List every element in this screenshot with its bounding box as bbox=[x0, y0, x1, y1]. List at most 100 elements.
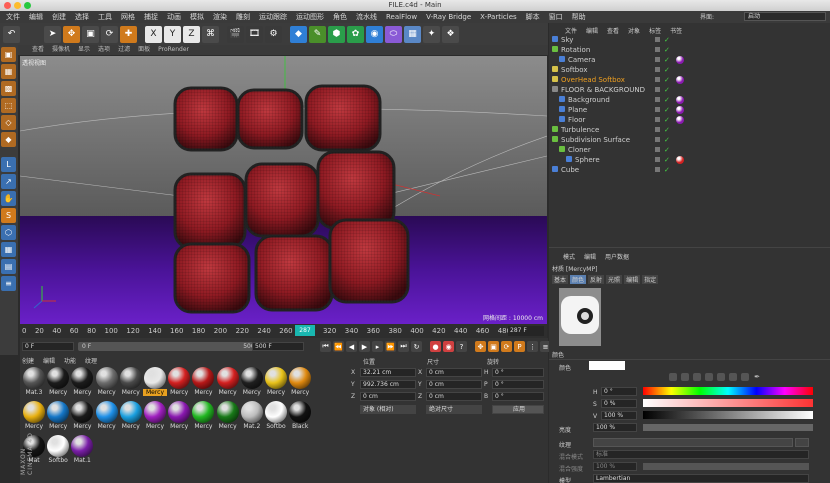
menu-item[interactable]: 工具 bbox=[98, 12, 112, 22]
render-view-icon[interactable]: 🎬 bbox=[227, 25, 244, 43]
tag-icon[interactable]: ❖ bbox=[442, 25, 459, 43]
key-param-icon[interactable]: P bbox=[514, 341, 525, 352]
end-frame-field[interactable]: 500 F bbox=[252, 342, 304, 351]
menu-item[interactable]: 创建 bbox=[52, 12, 66, 22]
brightness-slider[interactable] bbox=[643, 424, 813, 431]
menu-item[interactable]: 动画 bbox=[167, 12, 181, 22]
object-row[interactable]: Floor ✓ bbox=[552, 115, 827, 125]
render-picture-viewer-icon[interactable]: 🎞 bbox=[246, 25, 263, 43]
hsv-mode-icon[interactable] bbox=[705, 373, 713, 381]
kelvin-icon[interactable] bbox=[717, 373, 725, 381]
enabled-check-icon[interactable]: ✓ bbox=[664, 45, 670, 55]
enabled-check-icon[interactable]: ✓ bbox=[664, 85, 670, 95]
material-swatch[interactable]: Mercy bbox=[70, 365, 94, 399]
material-swatch[interactable]: Mercy bbox=[143, 365, 167, 399]
material-tag-icon[interactable] bbox=[676, 156, 684, 164]
material-tag-icon[interactable] bbox=[676, 116, 684, 124]
material-swatch[interactable]: Mercy bbox=[167, 365, 191, 399]
attribute-tab[interactable]: 光照 bbox=[606, 275, 623, 284]
key-points-icon[interactable]: ⋮ bbox=[527, 341, 538, 352]
viewport-menu-item[interactable]: 摄像机 bbox=[52, 45, 70, 55]
points-mode-icon[interactable]: ⬚ bbox=[1, 98, 16, 113]
object-menu-item[interactable]: 查看 bbox=[607, 26, 619, 35]
checkerboard-icon[interactable]: ▩ bbox=[1, 81, 16, 96]
prev-key-icon[interactable]: ⏪ bbox=[333, 341, 344, 352]
visibility-toggle-icon[interactable] bbox=[655, 47, 660, 52]
saturation-slider[interactable] bbox=[643, 399, 813, 407]
enabled-check-icon[interactable]: ✓ bbox=[664, 65, 670, 75]
visibility-toggle-icon[interactable] bbox=[655, 37, 660, 42]
attribute-tab[interactable]: 指定 bbox=[642, 275, 659, 284]
menu-item[interactable]: RealFlow bbox=[386, 13, 417, 21]
current-frame-field[interactable]: 287 F bbox=[508, 326, 544, 336]
enabled-check-icon[interactable]: ✓ bbox=[664, 105, 670, 115]
menu-item[interactable]: 选择 bbox=[75, 12, 89, 22]
h-field[interactable]: 0 ° bbox=[601, 387, 637, 396]
material-swatch[interactable]: Mercy bbox=[46, 365, 70, 399]
material-swatch[interactable]: Mat.3 bbox=[22, 365, 46, 399]
menu-item[interactable]: 脚本 bbox=[526, 12, 540, 22]
rgb-mode-icon[interactable] bbox=[693, 373, 701, 381]
material-tag-icon[interactable] bbox=[676, 56, 684, 64]
object-menu-item[interactable]: 标签 bbox=[649, 26, 661, 35]
enabled-check-icon[interactable]: ✓ bbox=[664, 155, 670, 165]
material-tag-icon[interactable] bbox=[676, 106, 684, 114]
s-field[interactable]: 0 % bbox=[601, 399, 637, 408]
visibility-toggle-icon[interactable] bbox=[655, 167, 660, 172]
edges-mode-icon[interactable]: ◇ bbox=[1, 115, 16, 130]
stack-icon[interactable]: ≡ bbox=[1, 276, 16, 291]
enabled-check-icon[interactable]: ✓ bbox=[664, 145, 670, 155]
menu-item[interactable]: 运动跟踪 bbox=[259, 12, 287, 22]
hue-slider[interactable] bbox=[643, 387, 813, 395]
viewport-menu-item[interactable]: 查看 bbox=[32, 45, 44, 55]
material-swatch[interactable]: Mercy bbox=[70, 399, 94, 433]
next-frame-icon[interactable]: ▸ bbox=[372, 341, 383, 352]
cube-object-icon[interactable]: ◆ bbox=[290, 25, 307, 43]
select-arrow-icon[interactable]: ➤ bbox=[44, 25, 61, 43]
material-swatch[interactable]: Mat.2 bbox=[240, 399, 264, 433]
attribute-tab[interactable]: 反射 bbox=[588, 275, 605, 284]
brightness-field[interactable]: 100 % bbox=[593, 423, 637, 432]
mixer-icon[interactable] bbox=[729, 373, 737, 381]
cloner-icon[interactable]: ✿ bbox=[347, 25, 364, 43]
record-icon[interactable]: ● bbox=[430, 341, 441, 352]
autokey-icon[interactable]: ◉ bbox=[443, 341, 454, 352]
apply-button[interactable]: 应用 bbox=[492, 405, 544, 414]
deformer-icon[interactable]: ◉ bbox=[366, 25, 383, 43]
next-key-icon[interactable]: ⏩ bbox=[385, 341, 396, 352]
x-axis-lock-icon[interactable]: X bbox=[145, 25, 162, 43]
material-menu-item[interactable]: 创建 bbox=[22, 356, 34, 365]
material-swatch[interactable]: Mercy bbox=[191, 365, 215, 399]
minimize-window-button[interactable] bbox=[14, 2, 21, 9]
menu-item[interactable]: 窗口 bbox=[549, 12, 563, 22]
material-swatch[interactable]: Mercy bbox=[46, 399, 70, 433]
object-row[interactable]: FLOOR & BACKGROUND ✓ bbox=[552, 85, 827, 95]
material-tag-icon[interactable] bbox=[676, 76, 684, 84]
rot-b-field[interactable]: 0 ° bbox=[492, 392, 544, 401]
enabled-check-icon[interactable]: ✓ bbox=[664, 125, 670, 135]
attribute-tab[interactable]: 基本 bbox=[552, 275, 569, 284]
environment-icon[interactable]: ⬭ bbox=[385, 25, 402, 43]
object-menu-item[interactable]: 书签 bbox=[670, 26, 682, 35]
object-menu-item[interactable]: 编辑 bbox=[586, 26, 598, 35]
menu-item[interactable]: 网格 bbox=[121, 12, 135, 22]
visibility-toggle-icon[interactable] bbox=[655, 77, 660, 82]
tweak-mode-icon[interactable]: ✋ bbox=[1, 191, 16, 206]
object-row[interactable]: Cloner ✓ bbox=[552, 145, 827, 155]
visibility-toggle-icon[interactable] bbox=[655, 157, 660, 162]
grid-icon[interactable]: ▦ bbox=[1, 242, 16, 257]
material-swatch[interactable]: Mercy bbox=[216, 365, 240, 399]
go-to-start-icon[interactable]: ⏮ bbox=[320, 341, 331, 352]
play-icon[interactable]: ▶ bbox=[359, 341, 370, 352]
attribute-menu-item[interactable]: 编辑 bbox=[584, 252, 596, 261]
lock-workplane-icon[interactable]: ▤ bbox=[1, 259, 16, 274]
object-row[interactable]: Cube ✓ bbox=[552, 165, 827, 175]
object-row[interactable]: OverHead Softbox ✓ bbox=[552, 75, 827, 85]
coord-mode-select[interactable]: 对象 (相对) bbox=[360, 405, 416, 414]
material-swatch[interactable]: Mercy bbox=[216, 399, 240, 433]
visibility-toggle-icon[interactable] bbox=[655, 137, 660, 142]
material-swatch[interactable]: Mercy bbox=[240, 365, 264, 399]
object-menu-item[interactable]: 文件 bbox=[565, 26, 577, 35]
material-swatch[interactable]: Softbo bbox=[264, 399, 288, 433]
viewport-menu-item[interactable]: 面板 bbox=[138, 45, 150, 55]
